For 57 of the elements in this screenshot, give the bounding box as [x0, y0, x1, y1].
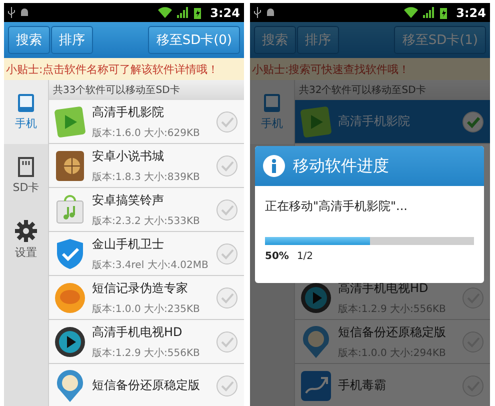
info-icon [263, 155, 285, 177]
app-info: 版本:2.3.2 大小:533KB [92, 214, 201, 228]
app-info: 版本:1.2.9 大小:556KB [338, 302, 447, 316]
app-name[interactable]: 高清手机电视HD [92, 324, 216, 340]
play-icon [299, 280, 333, 314]
usb-icon [8, 7, 15, 18]
list-header: 共32个软件可以移动至SD卡 [295, 80, 490, 100]
dialog-title: 移动软件进度 [293, 156, 389, 176]
sidebar-tab[interactable]: 手机 [4, 80, 48, 144]
play-icon [53, 324, 87, 358]
app-name[interactable]: 安卓小说书城 [92, 148, 216, 164]
sidebar-tab[interactable]: SD卡 [4, 144, 48, 208]
battery-icon [194, 6, 202, 18]
status-time: 3:24 [210, 6, 240, 20]
app-info: 版本:1.2.9 大小:556KB [92, 346, 201, 360]
wifi-icon [158, 7, 172, 18]
move-to-sd-button[interactable]: 移至SD卡(0) [148, 26, 240, 54]
toolbar-button[interactable]: 搜索 [8, 26, 50, 54]
sidebar-tab[interactable]: 设置 [4, 208, 48, 272]
app-info: 版本:3.4rel 大小:4.02MB [92, 258, 210, 272]
app-name[interactable]: 高清手机影院 [92, 104, 216, 120]
checkbox[interactable] [462, 110, 484, 132]
usb-icon [254, 7, 261, 18]
sd-card-icon [18, 157, 34, 177]
app-name[interactable]: 短信备份还原稳定版 [92, 377, 216, 394]
checkbox[interactable] [216, 330, 238, 352]
checkbox[interactable] [216, 242, 238, 264]
signal-icon [423, 7, 436, 18]
app-info: 版本:1.0.0 大小:294KB [338, 346, 447, 360]
status-time: 3:24 [456, 6, 486, 20]
checkbox[interactable] [216, 110, 238, 132]
checkbox[interactable] [216, 374, 238, 396]
tip-banner: 小贴士:搜索可快速查找软件哦！ [250, 58, 490, 80]
tip-banner: 小贴士:点击软件名称可了解该软件详情哦！ [4, 58, 244, 80]
app-name[interactable]: 安卓搞笑铃声 [92, 192, 216, 208]
checkbox[interactable] [216, 286, 238, 308]
checkbox[interactable] [216, 154, 238, 176]
tablet-icon [263, 93, 281, 113]
app-info: 版本:1.0.0 大小:235KB [92, 302, 201, 316]
app-name[interactable]: 手机毒霸 [338, 377, 462, 394]
tablet-icon [17, 93, 35, 113]
app-name[interactable]: 金山手机卫士 [92, 236, 216, 252]
toolbar-button[interactable]: 排序 [51, 26, 93, 54]
app-info: 版本:1.6.0 大小:629KB [92, 126, 201, 140]
app-info: 版本:1.8.3 大小:839KB [92, 170, 201, 184]
arrows-icon [299, 368, 333, 402]
wifi-icon [404, 7, 418, 18]
list-header: 共33个软件可以移动至SD卡 [49, 80, 244, 100]
signal-icon [177, 7, 190, 18]
app-name[interactable]: 短信备份还原稳定版 [338, 324, 462, 340]
battery-icon [440, 6, 448, 18]
checkbox[interactable] [216, 198, 238, 220]
dialog-message: 正在移动"高清手机影院"... [265, 198, 408, 215]
gear-icon [15, 220, 37, 242]
app-name[interactable]: 短信记录伪造专家 [92, 280, 216, 296]
progress-percent: 50% [265, 251, 289, 262]
progress-count: 1/2 [296, 251, 314, 262]
